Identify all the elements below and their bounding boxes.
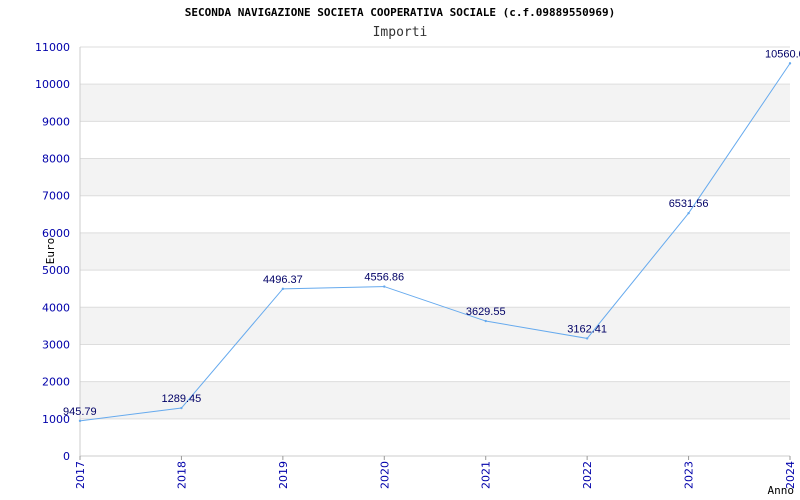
grid-band — [80, 47, 790, 85]
data-label: 4556.86 — [364, 272, 404, 284]
grid-band — [80, 418, 790, 456]
y-axis-label: Euro — [44, 238, 57, 265]
data-label: 1289.45 — [162, 393, 202, 405]
x-tick-label: 2022 — [581, 461, 594, 489]
data-point — [687, 211, 690, 215]
x-tick-label: 2021 — [480, 461, 493, 489]
data-point — [281, 287, 285, 291]
y-tick-label: 8000 — [42, 153, 70, 166]
y-tick-label: 5000 — [42, 264, 70, 277]
grid-band — [80, 232, 790, 271]
grid-band — [80, 84, 790, 122]
grid-band — [80, 344, 790, 382]
data-label: 3162.41 — [567, 323, 607, 335]
grid-band — [80, 270, 790, 308]
data-label: 945.79 — [63, 406, 97, 418]
x-tick-label: 2019 — [277, 461, 290, 489]
data-point — [180, 406, 183, 410]
line-chart: 0100020003000400050006000700080009000100… — [35, 41, 800, 497]
y-tick-label: 10000 — [35, 78, 70, 91]
y-tick-label: 9000 — [42, 115, 70, 128]
x-axis-label: Anno — [768, 484, 795, 497]
grid-band — [80, 307, 790, 345]
y-tick-label: 11000 — [35, 41, 70, 54]
y-tick-label: 4000 — [42, 301, 70, 314]
grid-band — [80, 121, 790, 159]
data-point — [484, 319, 487, 323]
x-tick-label: 2020 — [378, 461, 391, 489]
data-label: 3629.55 — [466, 306, 506, 318]
y-tick-label: 0 — [63, 450, 70, 463]
x-tick-label: 2018 — [175, 461, 188, 489]
y-tick-label: 3000 — [42, 338, 70, 351]
y-tick-label: 7000 — [42, 190, 70, 203]
grid-band — [80, 158, 790, 196]
chart-container: SECONDA NAVIGAZIONE SOCIETA COOPERATIVA … — [0, 0, 800, 500]
data-point — [585, 337, 589, 340]
data-label: 6531.56 — [669, 198, 709, 210]
data-label: 10560.0 — [765, 48, 800, 60]
y-tick-label: 2000 — [42, 376, 70, 389]
data-point — [788, 62, 792, 65]
data-label: 4496.37 — [263, 274, 303, 286]
data-point — [383, 285, 386, 288]
x-tick-label: 2023 — [683, 461, 696, 489]
data-point — [78, 419, 82, 423]
x-tick-label: 2017 — [74, 461, 87, 489]
